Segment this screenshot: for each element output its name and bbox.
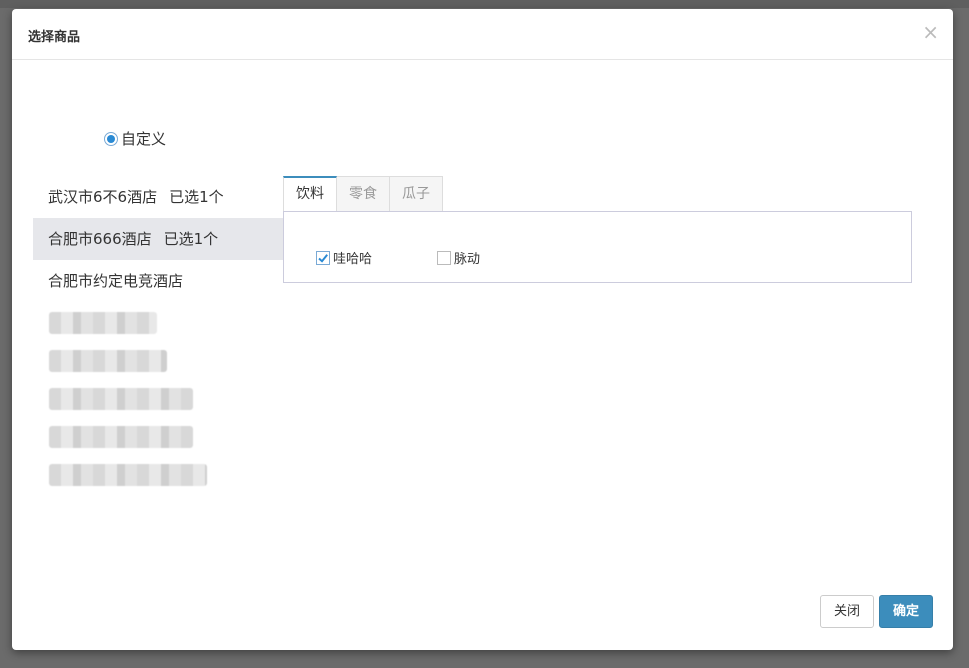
store-name: 武汉市6不6酒店 — [48, 188, 158, 206]
category-tabs: 饮料 零食 瓜子 — [283, 176, 443, 211]
redacted-store-item[interactable] — [33, 378, 293, 416]
store-item-active[interactable]: 合肥市666酒店 已选1个 — [33, 218, 293, 260]
radio-selected-dot — [107, 134, 115, 143]
tab-seeds[interactable]: 瓜子 — [389, 176, 443, 211]
check-icon — [318, 253, 328, 263]
store-selected-count: 已选1个 — [169, 188, 224, 206]
redacted-store-item[interactable] — [33, 454, 293, 492]
redacted-store-item[interactable] — [33, 340, 293, 378]
redaction-blur — [49, 388, 193, 410]
store-list: 武汉市6不6酒店 已选1个 合肥市666酒店 已选1个 合肥市约定电竞酒店 — [33, 176, 293, 492]
redaction-blur — [49, 464, 207, 486]
redaction-blur — [49, 312, 157, 334]
custom-radio-option[interactable]: 自定义 — [104, 128, 166, 149]
store-item[interactable]: 合肥市约定电竞酒店 — [33, 260, 293, 302]
radio-label: 自定义 — [121, 130, 167, 148]
redaction-blur — [49, 426, 193, 448]
store-name: 合肥市约定电竞酒店 — [48, 272, 184, 290]
close-button[interactable]: 关闭 — [820, 595, 874, 628]
store-selected-count: 已选1个 — [163, 230, 219, 248]
close-icon[interactable]: × — [922, 22, 939, 42]
redaction-blur — [49, 350, 167, 372]
checkbox-unchecked[interactable] — [437, 250, 451, 265]
radio-button[interactable] — [104, 131, 118, 146]
product-label: 哇哈哈 — [333, 252, 373, 267]
product-option[interactable]: 哇哈哈 — [316, 248, 372, 267]
checkbox-checked[interactable] — [316, 250, 330, 265]
tab-content-panel: 哇哈哈 脉动 — [283, 211, 912, 283]
store-item[interactable]: 武汉市6不6酒店 已选1个 — [33, 176, 293, 218]
dialog-title: 选择商品 — [28, 30, 81, 45]
tab-drinks[interactable]: 饮料 — [283, 176, 337, 211]
store-name: 合肥市666酒店 — [48, 230, 152, 248]
product-option[interactable]: 脉动 — [437, 248, 480, 267]
confirm-button[interactable]: 确定 — [879, 595, 933, 628]
redacted-store-item[interactable] — [33, 416, 293, 454]
redacted-store-item[interactable] — [33, 302, 293, 340]
page-backdrop — [0, 0, 969, 8]
tab-snacks[interactable]: 零食 — [336, 176, 390, 211]
dialog-header: 选择商品 × — [12, 9, 953, 60]
product-label: 脉动 — [454, 252, 481, 267]
select-product-dialog: 选择商品 × 自定义 武汉市6不6酒店 已选1个 合肥市666酒店 已选1个 合肥市… — [12, 9, 953, 650]
